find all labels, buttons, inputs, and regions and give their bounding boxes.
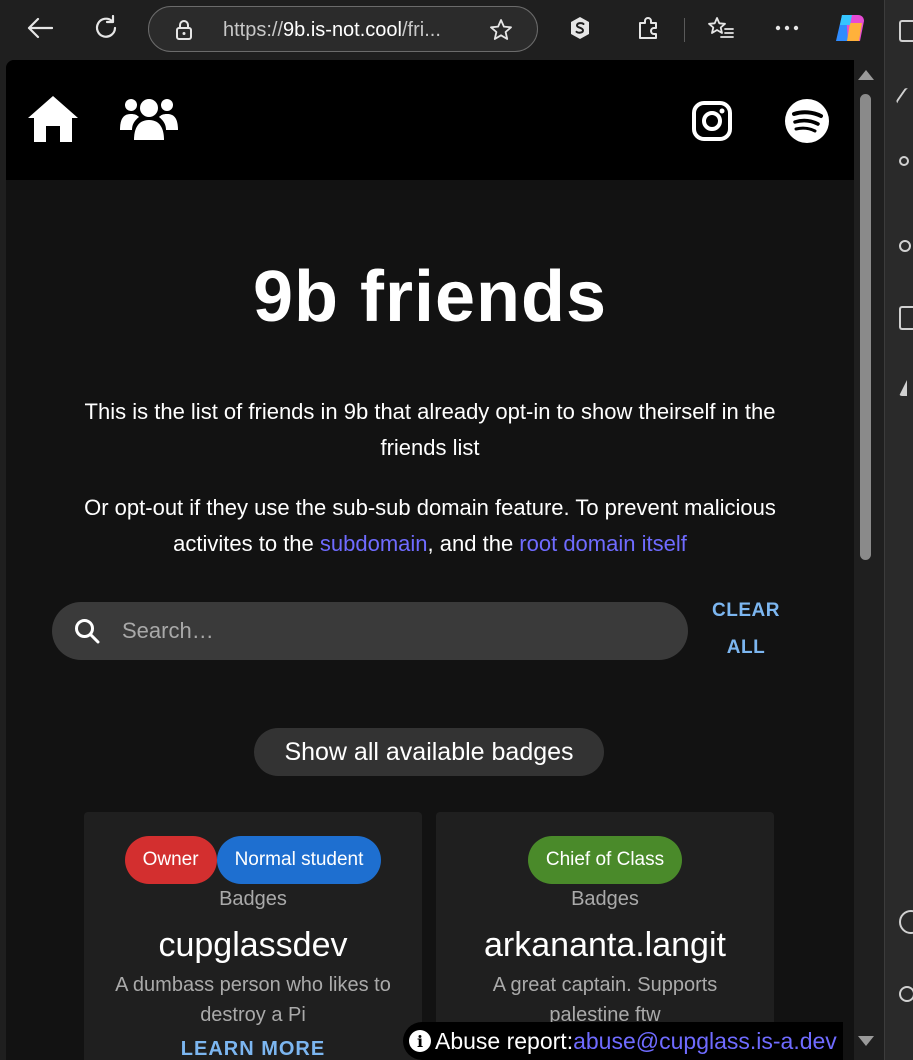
- optout-text-part2: , and the: [427, 531, 520, 556]
- clear-all-label-line1: CLEAR: [712, 600, 780, 621]
- abuse-email-link[interactable]: abuse@cupglass.is-a.dev: [573, 1028, 837, 1055]
- refresh-button[interactable]: [88, 10, 124, 46]
- more-menu-button[interactable]: [769, 10, 805, 46]
- badge-chip: Chief of Class: [527, 836, 683, 884]
- clear-all-button[interactable]: CLEAR ALL: [704, 592, 788, 666]
- friend-card: Owner Normal student Badges cupglassdev …: [84, 812, 422, 1060]
- refresh-icon: [95, 15, 117, 38]
- copilot-button[interactable]: [832, 10, 868, 46]
- side-settings-icon[interactable]: [899, 240, 911, 252]
- friend-name: arkananta.langit: [484, 926, 726, 964]
- browser-toolbar: https://9b.is-not.cool/fri...: [0, 0, 913, 60]
- lock-icon: [176, 20, 192, 40]
- friend-description: A great captain. Supports palestine ftw: [492, 974, 718, 1026]
- badge-chip: Owner: [124, 836, 217, 884]
- url-prefix: https://: [223, 19, 284, 41]
- subdomain-link[interactable]: subdomain: [320, 531, 428, 556]
- learn-more-link[interactable]: LEARN MORE: [84, 1038, 422, 1060]
- back-arrow-icon: [27, 17, 53, 39]
- side-pen-icon[interactable]: [895, 87, 913, 111]
- scrollbar-thumb[interactable]: [860, 94, 871, 560]
- search-icon: [75, 619, 100, 644]
- toolbar-separator: [684, 18, 685, 42]
- back-button[interactable]: [22, 10, 58, 46]
- scroll-down-arrow-icon[interactable]: [858, 1036, 874, 1046]
- address-bar[interactable]: https://9b.is-not.cool/fri...: [148, 6, 538, 52]
- friends-link[interactable]: [120, 96, 178, 142]
- sidebar-toggle-icon[interactable]: [899, 20, 913, 42]
- url-path: /fri...: [402, 19, 441, 41]
- site-header: [6, 60, 854, 180]
- page-scrollbar[interactable]: [854, 60, 878, 1060]
- copilot-icon: [836, 15, 864, 41]
- instagram-icon: [692, 101, 732, 141]
- intro-text: This is the list of friends in 9b that a…: [84, 399, 776, 460]
- spotify-icon: [785, 99, 829, 143]
- abuse-report-label: Abuse report:: [435, 1027, 574, 1054]
- url-host: 9b.is-not.cool: [283, 19, 402, 41]
- extension-s-button[interactable]: [562, 10, 598, 46]
- optout-text: Or opt-out if they use the sub-sub domai…: [56, 490, 804, 562]
- favorite-star-icon[interactable]: [489, 18, 513, 42]
- puzzle-icon: [639, 17, 657, 39]
- side-person-icon[interactable]: [899, 156, 909, 166]
- badge-chip: Normal student: [216, 836, 382, 884]
- more-dots-icon: [775, 25, 799, 31]
- scroll-up-arrow-icon[interactable]: [858, 70, 874, 80]
- info-icon: i: [409, 1030, 431, 1052]
- clear-all-label-line2: ALL: [726, 637, 766, 658]
- friends-icon: [120, 99, 178, 140]
- friend-description: A dumbass person who likes to destroy a …: [115, 974, 391, 1026]
- extension-s-icon: [571, 17, 589, 39]
- spotify-link[interactable]: [784, 98, 830, 144]
- side-triangle-icon[interactable]: [899, 380, 907, 396]
- favorites-list-icon: [708, 17, 734, 38]
- page-title: 9b friends: [252, 257, 608, 337]
- side-gear-icon[interactable]: [899, 986, 913, 1002]
- search-box: [52, 602, 688, 660]
- instagram-link[interactable]: [691, 100, 733, 142]
- abuse-report-bar: i Abuse report: abuse@cupglass.is-a.dev: [403, 1022, 843, 1060]
- badges-label: Badges: [219, 888, 287, 910]
- home-icon: [28, 96, 78, 142]
- badge-list: Chief of Class: [436, 836, 774, 884]
- home-link[interactable]: [26, 94, 80, 144]
- browser-side-panel: [884, 0, 913, 1060]
- page-viewport: 9b friends This is the list of friends i…: [6, 60, 854, 1060]
- show-badges-button[interactable]: Show all available badges: [254, 728, 604, 776]
- root-domain-link[interactable]: root domain itself: [519, 531, 687, 556]
- side-window-icon[interactable]: [899, 306, 913, 330]
- extensions-button[interactable]: [630, 10, 666, 46]
- friend-name: cupglassdev: [158, 926, 348, 964]
- favorites-button[interactable]: [703, 10, 739, 46]
- url-text: https://9b.is-not.cool/fri...: [223, 19, 441, 42]
- search-input[interactable]: [122, 612, 662, 650]
- badge-list: Owner Normal student: [84, 836, 422, 884]
- side-account-icon[interactable]: [899, 910, 913, 934]
- badges-label: Badges: [571, 888, 639, 910]
